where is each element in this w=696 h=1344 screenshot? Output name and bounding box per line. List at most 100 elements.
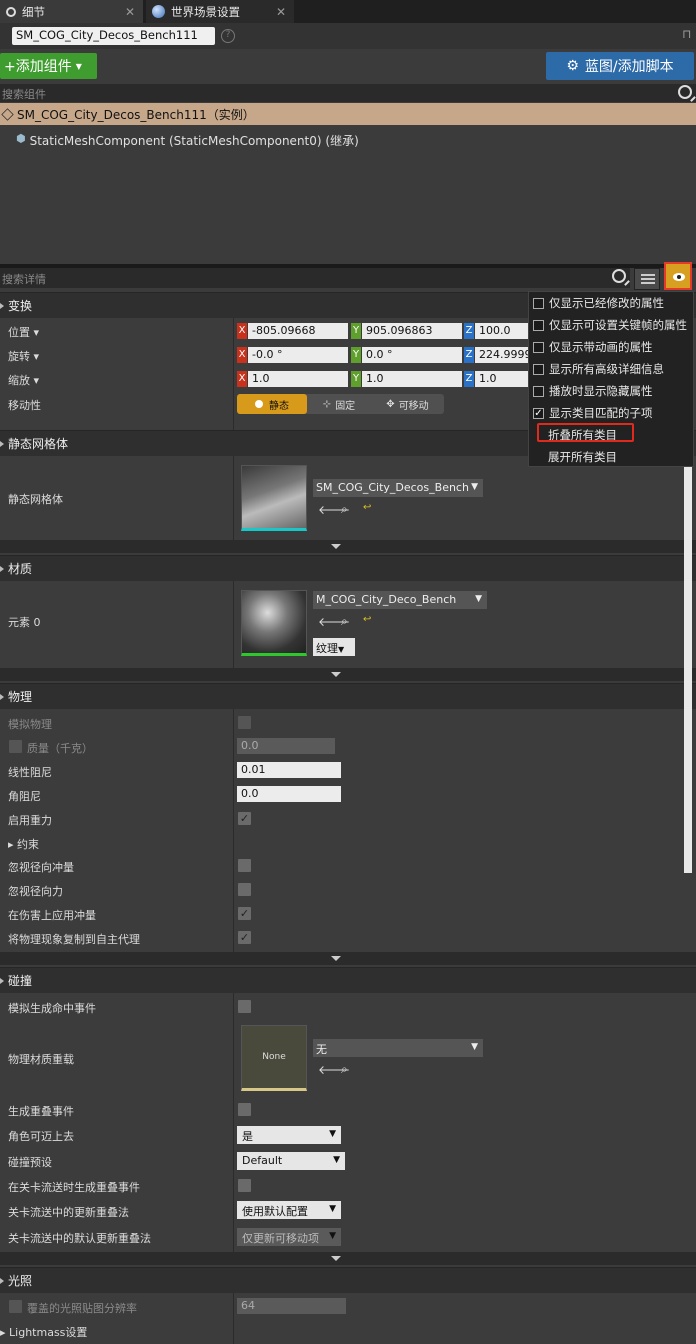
category-collision[interactable]: 碰撞 bbox=[0, 967, 696, 993]
static-mesh-asset-dropdown[interactable]: SM_COG_City_Decos_Bench bbox=[313, 479, 483, 497]
sim-hit-events-checkbox[interactable] bbox=[238, 1000, 251, 1013]
constraints-label[interactable]: ▸ 约束 bbox=[8, 836, 39, 852]
angular-damping-input[interactable]: 0.0 bbox=[237, 786, 341, 802]
override-lightmap-label: 覆盖的光照贴图分辨率 bbox=[27, 1302, 137, 1315]
category-materials[interactable]: 材质 bbox=[0, 555, 696, 581]
add-component-label: +添加组件 bbox=[4, 59, 72, 75]
tab-world-settings[interactable]: 世界场景设置 ✕ bbox=[146, 0, 294, 23]
category-title: 碰撞 bbox=[8, 974, 33, 988]
update-overlap-method-dropdown[interactable]: 使用默认配置 bbox=[237, 1201, 341, 1219]
linear-damping-input[interactable]: 0.01 bbox=[237, 762, 341, 778]
enable-gravity-checkbox[interactable]: ✓ bbox=[238, 812, 251, 825]
category-title: 静态网格体 bbox=[8, 437, 69, 451]
tab-details[interactable]: 细节 ✕ bbox=[0, 0, 143, 23]
override-lightmap-checkbox[interactable] bbox=[9, 1300, 22, 1313]
scale-z-input[interactable]: 1.0 bbox=[475, 371, 528, 387]
tab-label: 细节 bbox=[22, 4, 45, 19]
highlight-box bbox=[537, 423, 634, 442]
blueprint-script-button[interactable]: ⚙ 蓝图/添加脚本 bbox=[546, 52, 694, 80]
physics-body bbox=[0, 709, 696, 952]
category-lighting[interactable]: 光照 bbox=[0, 1267, 696, 1293]
category-physics[interactable]: 物理 bbox=[0, 683, 696, 709]
static-mesh-body bbox=[0, 456, 696, 540]
simulate-physics-checkbox[interactable] bbox=[238, 716, 251, 729]
phys-material-thumbnail[interactable]: None bbox=[241, 1025, 307, 1091]
step-up-label: 角色可迈上去 bbox=[8, 1130, 74, 1143]
help-icon[interactable]: ? bbox=[221, 29, 235, 43]
category-title: 物理 bbox=[8, 690, 33, 704]
close-icon[interactable]: ✕ bbox=[125, 5, 135, 19]
menu-item-expand-all[interactable]: 展开所有类目 bbox=[548, 449, 617, 465]
location-z-input[interactable]: 100.0 bbox=[475, 323, 528, 339]
search-components-input[interactable]: 搜索组件 bbox=[0, 84, 696, 102]
browse-search-icon[interactable]: ⌕ bbox=[341, 614, 348, 629]
texture-button[interactable]: 纹理▼ bbox=[313, 638, 355, 656]
close-icon[interactable]: ✕ bbox=[276, 5, 286, 19]
rotation-x-input[interactable]: -0.0 ° bbox=[248, 347, 348, 363]
override-lightmap-input: 64 bbox=[237, 1298, 346, 1314]
ignore-radial-impulse-checkbox[interactable] bbox=[238, 859, 251, 872]
reset-arrow-icon[interactable]: ↩ bbox=[363, 614, 371, 625]
material-asset-dropdown[interactable]: M_COG_City_Deco_Bench bbox=[313, 591, 487, 609]
mobility-static-option[interactable]: 静态 bbox=[237, 394, 307, 414]
tab-label: 世界场景设置 bbox=[171, 4, 240, 19]
axis-y: Y bbox=[351, 347, 361, 363]
category-title: 材质 bbox=[8, 562, 33, 576]
material-thumbnail[interactable] bbox=[241, 590, 307, 656]
search-details-input[interactable]: 搜索详情 bbox=[0, 268, 630, 288]
rotation-y-input[interactable]: 0.0 ° bbox=[362, 347, 462, 363]
scale-label[interactable]: 缩放 ▾ bbox=[8, 372, 39, 388]
step-up-dropdown[interactable]: 是 bbox=[237, 1126, 341, 1144]
view-options-eye-button[interactable] bbox=[664, 262, 692, 290]
mobility-toggle: 静态 ⊹ 固定 ✥ 可移动 bbox=[237, 394, 444, 414]
expand-advanced-button[interactable] bbox=[0, 1252, 696, 1265]
mobility-movable-option[interactable]: ✥ 可移动 bbox=[371, 394, 444, 414]
search-placeholder: 搜索组件 bbox=[2, 88, 46, 101]
collision-preset-label: 碰撞预设 bbox=[8, 1156, 52, 1169]
component-tree-item-actor[interactable]: SM_COG_City_Decos_Bench111（实例） bbox=[0, 103, 696, 125]
location-y-input[interactable]: 905.096863 bbox=[362, 323, 462, 339]
rotation-z-input[interactable]: 224.9999 bbox=[475, 347, 532, 363]
rotation-label[interactable]: 旋转 ▾ bbox=[8, 348, 39, 364]
add-component-button[interactable]: +添加组件 ▼ bbox=[0, 53, 97, 79]
menu-item-show-child-matches[interactable]: ✓ 显示类目匹配的子项 bbox=[533, 405, 653, 421]
component-label: SM_COG_City_Decos_Bench111（实例） bbox=[17, 107, 255, 122]
search-icon[interactable] bbox=[612, 269, 626, 283]
menu-item-show-hidden-on-play[interactable]: 播放时显示隐藏属性 bbox=[533, 383, 653, 399]
lightmass-settings-label[interactable]: ▸ Lightmass设置 bbox=[0, 1324, 87, 1340]
expand-advanced-button[interactable] bbox=[0, 668, 696, 681]
mesh-thumbnail[interactable] bbox=[241, 465, 307, 531]
menu-item-show-animated[interactable]: 仅显示带动画的属性 bbox=[533, 339, 653, 355]
location-x-input[interactable]: -805.09668 bbox=[248, 323, 348, 339]
element-0-label: 元素 0 bbox=[8, 616, 41, 629]
browse-search-icon[interactable]: ⌕ bbox=[341, 1062, 348, 1077]
scale-y-input[interactable]: 1.0 bbox=[362, 371, 462, 387]
lock-icon[interactable]: ⊓ bbox=[682, 27, 691, 41]
property-matrix-button[interactable] bbox=[634, 268, 660, 290]
search-icon[interactable] bbox=[678, 85, 692, 99]
component-tree-item-mesh[interactable]: ⬢ StaticMeshComponent (StaticMeshCompone… bbox=[16, 132, 359, 149]
menu-item-show-modified[interactable]: 仅显示已经修改的属性 bbox=[533, 295, 664, 311]
overlap-events-label: 生成重叠事件 bbox=[8, 1105, 74, 1118]
update-overlap-method-label: 关卡流送中的更新重叠法 bbox=[8, 1206, 129, 1219]
collision-preset-dropdown[interactable]: Default bbox=[237, 1152, 345, 1170]
mass-override-checkbox[interactable] bbox=[9, 740, 22, 753]
browse-search-icon[interactable]: ⌕ bbox=[341, 502, 348, 517]
phys-material-dropdown[interactable]: 无 bbox=[313, 1039, 483, 1057]
expand-advanced-button[interactable] bbox=[0, 952, 696, 965]
overlap-events-checkbox[interactable] bbox=[238, 1103, 251, 1116]
mobility-stationary-option[interactable]: ⊹ 固定 bbox=[307, 394, 371, 414]
menu-item-show-keyable[interactable]: 仅显示可设置关键帧的属性 bbox=[533, 317, 687, 333]
ignore-radial-force-checkbox[interactable] bbox=[238, 883, 251, 896]
level-stream-overlap-checkbox[interactable] bbox=[238, 1179, 251, 1192]
ignore-radial-impulse-label: 忽视径向冲量 bbox=[8, 861, 74, 874]
location-label[interactable]: 位置 ▾ bbox=[8, 324, 39, 340]
expand-advanced-button[interactable] bbox=[0, 540, 696, 553]
actor-name-input[interactable]: SM_COG_City_Decos_Bench111 bbox=[12, 27, 215, 45]
gear-icon: ⚙ bbox=[566, 58, 579, 74]
apply-impulse-damage-checkbox[interactable]: ✓ bbox=[238, 907, 251, 920]
menu-item-show-advanced[interactable]: 显示所有高级详细信息 bbox=[533, 361, 664, 377]
scale-x-input[interactable]: 1.0 bbox=[248, 371, 348, 387]
reset-arrow-icon[interactable]: ↩ bbox=[363, 502, 371, 513]
replicate-physics-checkbox[interactable]: ✓ bbox=[238, 931, 251, 944]
